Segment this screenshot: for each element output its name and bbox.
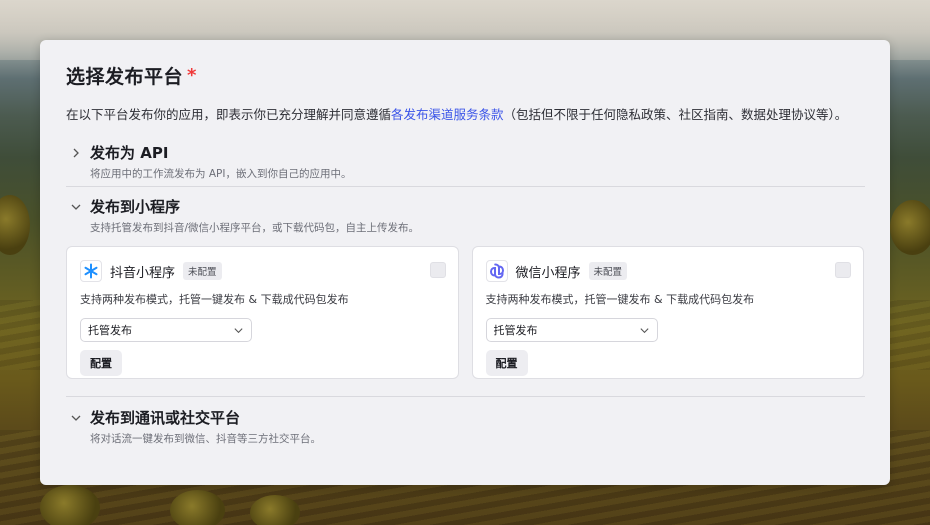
douyin-miniapp-icon — [80, 260, 102, 282]
chevron-down-icon — [234, 327, 243, 333]
section-desc: 将应用中的工作流发布为 API，嵌入到你自己的应用中。 — [90, 168, 352, 180]
publish-platform-panel: 选择发布平台 * 在以下平台发布你的应用，即表示你已充分理解并同意遵循各发布渠道… — [40, 40, 890, 485]
section-title: 发布到通讯或社交平台 — [90, 409, 241, 427]
section-desc: 将对话流一键发布到微信、抖音等三方社交平台。 — [90, 433, 321, 445]
section-publish-social[interactable]: 发布到通讯或社交平台 将对话流一键发布到微信、抖音等三方社交平台。 — [66, 407, 864, 446]
wechat-miniapp-icon — [485, 260, 508, 282]
terms-intro-prefix: 在以下平台发布你的应用，即表示你已充分理解并同意遵循 — [66, 107, 392, 122]
chevron-down-icon[interactable] — [70, 412, 82, 424]
platform-card-header: 抖音小程序 未配置 — [80, 260, 446, 282]
background-tree — [40, 485, 100, 525]
divider — [66, 396, 865, 397]
publish-mode-value: 托管发布 — [493, 324, 538, 337]
page-title-text: 选择发布平台 — [66, 66, 184, 88]
platform-name: 抖音小程序 — [110, 265, 176, 281]
background-tree — [170, 490, 225, 525]
platform-card-header: 微信小程序 未配置 — [485, 260, 852, 282]
platform-name: 微信小程序 — [515, 265, 581, 281]
section-publish-miniapp[interactable]: 发布到小程序 支持托管发布到抖音/微信小程序平台，或下载代码包，自主上传发布。 — [66, 196, 864, 234]
background-tree — [0, 195, 30, 255]
status-badge: 未配置 — [183, 262, 222, 280]
select-checkbox[interactable] — [429, 262, 446, 278]
platform-card-douyin[interactable]: 抖音小程序 未配置 支持两种发布模式，托管一键发布 & 下载成代码包发布 托管发… — [66, 246, 459, 379]
section-title: 发布到小程序 — [90, 198, 181, 216]
required-mark: * — [187, 65, 197, 86]
background-tree — [890, 200, 930, 255]
platform-desc: 支持两种发布模式，托管一键发布 & 下载成代码包发布 — [485, 293, 755, 306]
terms-intro: 在以下平台发布你的应用，即表示你已充分理解并同意遵循各发布渠道服务条款（包括但不… — [66, 104, 871, 125]
publish-mode-select[interactable]: 托管发布 — [80, 318, 252, 342]
platform-desc: 支持两种发布模式，托管一键发布 & 下载成代码包发布 — [80, 293, 349, 306]
background-tree — [250, 495, 300, 525]
section-title: 发布为 API — [90, 144, 169, 162]
section-desc: 支持托管发布到抖音/微信小程序平台，或下载代码包，自主上传发布。 — [90, 222, 420, 234]
platform-card-wechat[interactable]: 微信小程序 未配置 支持两种发布模式，托管一键发布 & 下载成代码包发布 托管发… — [471, 246, 864, 379]
section-publish-api[interactable]: 发布为 API 将应用中的工作流发布为 API，嵌入到你自己的应用中。 — [66, 142, 864, 180]
publish-mode-value: 托管发布 — [88, 324, 132, 337]
chevron-right-icon[interactable] — [70, 147, 82, 159]
configure-button[interactable]: 配置 — [485, 350, 528, 376]
select-checkbox[interactable] — [835, 262, 851, 278]
configure-button[interactable]: 配置 — [80, 350, 122, 376]
chevron-down-icon[interactable] — [70, 201, 82, 213]
miniapp-platform-list: 抖音小程序 未配置 支持两种发布模式，托管一键发布 & 下载成代码包发布 托管发… — [66, 246, 864, 379]
status-badge: 未配置 — [588, 262, 628, 280]
page-title: 选择发布平台 * — [66, 62, 864, 89]
chevron-down-icon — [639, 327, 649, 333]
publish-mode-select[interactable]: 托管发布 — [485, 318, 658, 342]
divider — [66, 186, 865, 187]
terms-intro-suffix: （包括但不限于任何隐私政策、社区指南、数据处理协议等）。 — [503, 107, 848, 122]
service-terms-link[interactable]: 各发布渠道服务条款 — [391, 107, 504, 122]
